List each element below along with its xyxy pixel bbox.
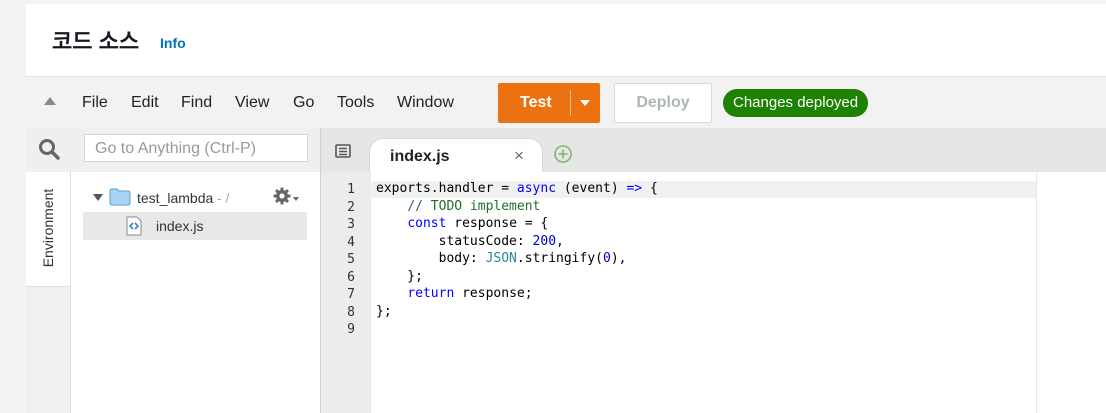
page-title: 코드 소스 bbox=[52, 29, 140, 54]
code-line[interactable]: }; bbox=[376, 269, 423, 284]
line-number: 5 bbox=[347, 252, 355, 267]
menu-find[interactable]: Find bbox=[181, 94, 212, 112]
code-editor[interactable]: exports.handler = async (event) => { // … bbox=[371, 172, 1106, 413]
code-line[interactable]: exports.handler = async (event) => { bbox=[376, 181, 658, 196]
line-number: 4 bbox=[347, 234, 355, 250]
gear-dropdown-icon[interactable] bbox=[293, 197, 299, 201]
editor-tab-bar: index.js × bbox=[320, 128, 1106, 173]
gear-icon[interactable] bbox=[273, 187, 291, 210]
menu-file[interactable]: File bbox=[82, 94, 108, 112]
close-icon[interactable]: × bbox=[514, 146, 524, 166]
deploy-button[interactable]: Deploy bbox=[614, 83, 712, 123]
folder-label: test_lambda bbox=[137, 190, 214, 206]
tab-list-icon[interactable] bbox=[335, 144, 351, 163]
info-link[interactable]: Info bbox=[160, 35, 186, 51]
test-button-divider bbox=[570, 90, 571, 116]
print-margin bbox=[1036, 172, 1037, 413]
line-number: 9 bbox=[347, 322, 355, 337]
test-dropdown-icon[interactable] bbox=[580, 100, 590, 106]
environment-tab[interactable]: Environment bbox=[26, 172, 70, 287]
ide-toolbar: File Edit Find View Go Tools Window Test… bbox=[26, 76, 1106, 130]
search-icon[interactable] bbox=[38, 138, 60, 165]
line-number-gutter: 1 2 3 4 5 6 7 8 9 bbox=[320, 172, 371, 413]
environment-column: Environment bbox=[26, 172, 71, 413]
line-number: 3 bbox=[347, 217, 355, 232]
code-line[interactable]: statusCode: 200, bbox=[376, 234, 564, 249]
line-number: 8 bbox=[347, 304, 355, 320]
left-edge bbox=[0, 0, 26, 413]
test-button[interactable]: Test bbox=[498, 83, 600, 123]
line-number: 1 bbox=[347, 182, 355, 197]
menu-edit[interactable]: Edit bbox=[131, 94, 159, 112]
collapse-arrow-icon[interactable] bbox=[44, 97, 56, 105]
test-button-label: Test bbox=[520, 94, 552, 111]
tab-index-js[interactable]: index.js × bbox=[369, 138, 543, 173]
menu-go[interactable]: Go bbox=[293, 94, 314, 112]
menu-tools[interactable]: Tools bbox=[337, 94, 374, 112]
status-badge: Changes deployed bbox=[723, 89, 869, 117]
line-number: 7 bbox=[347, 287, 355, 302]
tree-file-index-js[interactable]: index.js bbox=[83, 212, 307, 240]
code-source-panel: 코드 소스 Info File Edit Find View Go Tools … bbox=[26, 4, 1106, 413]
folder-path: - / bbox=[217, 190, 230, 206]
add-tab-icon[interactable] bbox=[553, 144, 573, 169]
code-line[interactable]: }; bbox=[376, 304, 392, 319]
file-tree: test_lambda - / index.js bbox=[71, 172, 321, 413]
line-number: 2 bbox=[347, 199, 355, 215]
menu-view[interactable]: View bbox=[235, 94, 269, 112]
menu-window[interactable]: Window bbox=[397, 94, 454, 112]
code-line[interactable]: return response; bbox=[376, 286, 532, 301]
expand-arrow-icon[interactable] bbox=[93, 194, 103, 201]
file-label: index.js bbox=[156, 218, 204, 234]
folder-icon bbox=[109, 188, 131, 211]
environment-tab-label: Environment bbox=[40, 188, 56, 268]
code-line[interactable]: const response = { bbox=[376, 216, 548, 231]
tree-folder-test-lambda[interactable]: test_lambda - / bbox=[71, 184, 320, 212]
js-file-icon bbox=[125, 216, 143, 241]
panel-header: 코드 소스 Info bbox=[26, 4, 1106, 76]
code-line[interactable]: body: JSON.stringify(0), bbox=[376, 251, 627, 266]
tab-label: index.js bbox=[390, 148, 450, 165]
line-number: 6 bbox=[347, 269, 355, 285]
go-to-anything-input[interactable]: Go to Anything (Ctrl-P) bbox=[84, 134, 308, 162]
code-line[interactable]: // TODO implement bbox=[376, 199, 540, 214]
